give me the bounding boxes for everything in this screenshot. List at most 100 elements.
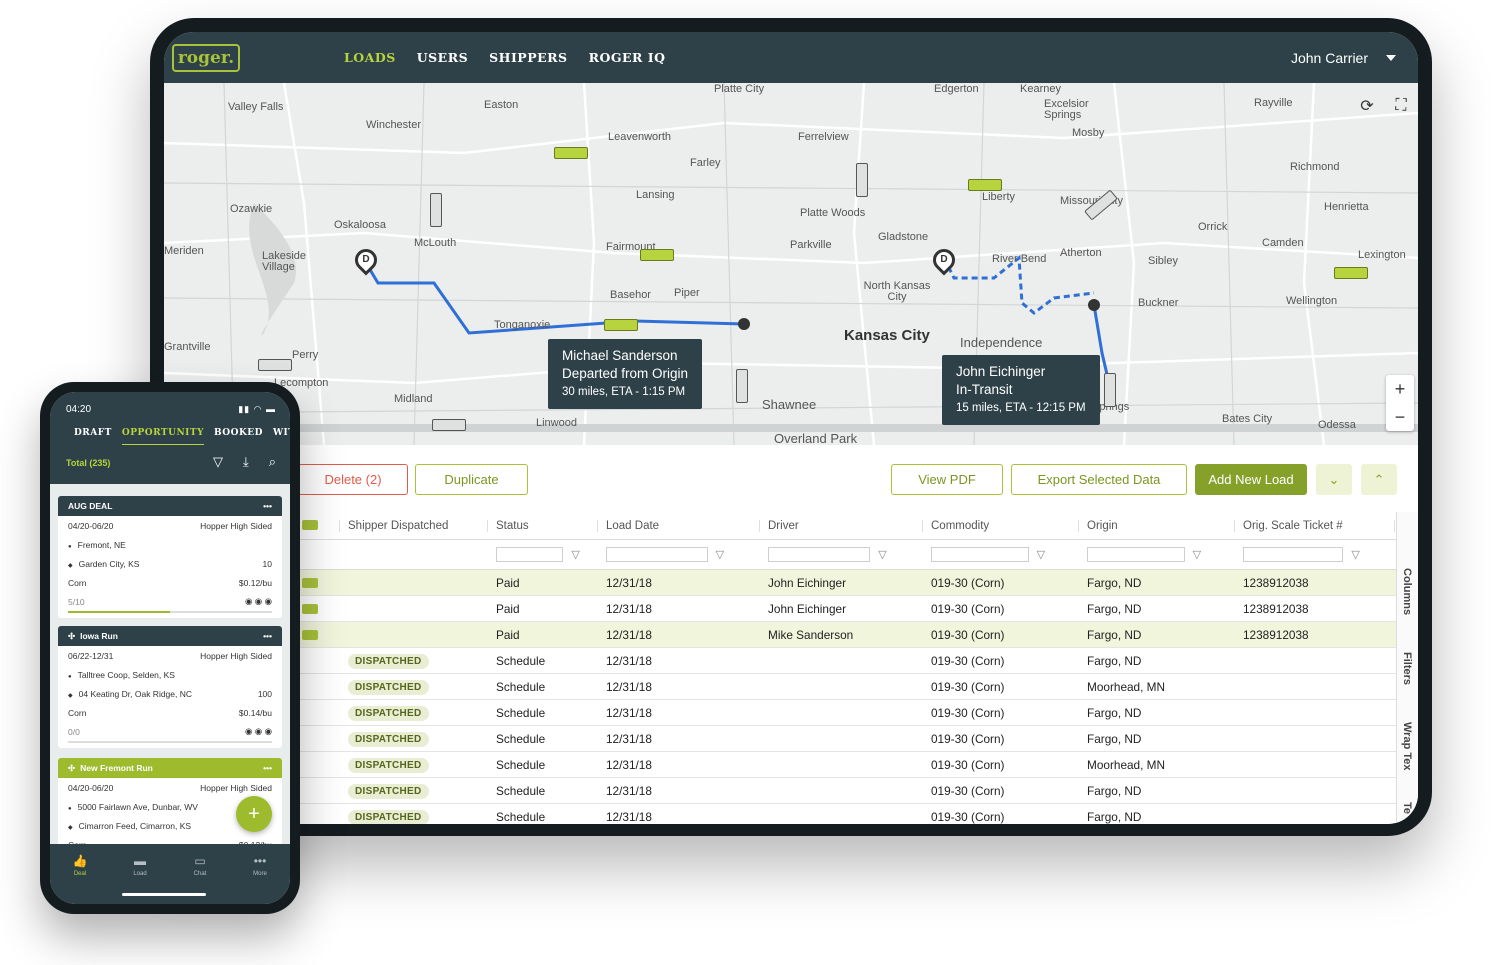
deal-card[interactable]: ✣ Iowa Run ••• 06/22-12/31 Hopper High Sided…: [58, 626, 282, 748]
column-header[interactable]: Shipper Dispatched: [340, 519, 488, 532]
origin-cell: Fargo, ND: [1087, 809, 1142, 824]
nav-chat[interactable]: ▭ Chat: [180, 854, 220, 904]
tab-booked[interactable]: BOOKED: [214, 428, 263, 445]
dispatched-badge: DISPATCHED: [348, 809, 429, 824]
roger-logo[interactable]: roger.: [172, 43, 240, 72]
table-row[interactable]: Paid 12/31/18 John Eichinger 019-30 (Corn) F…: [164, 596, 1396, 622]
truck-marker-icon[interactable]: [1104, 373, 1116, 407]
nav-label: More: [253, 871, 267, 877]
card-destination: Garden City, KS: [78, 558, 140, 569]
truck-marker-icon[interactable]: [258, 359, 292, 371]
dispatched-cell: DISPATCHED: [340, 809, 488, 824]
truck-marker-icon[interactable]: [736, 369, 748, 403]
filter-input[interactable]: [768, 546, 871, 562]
filter-input[interactable]: [606, 546, 708, 562]
download-icon[interactable]: ⤓: [243, 454, 249, 470]
table-row[interactable]: Paid 12/31/18 Mike Sanderson 019-30 (Corn) F…: [164, 622, 1396, 648]
scale-ticket-cell: 1238912038: [1243, 627, 1309, 642]
refresh-icon[interactable]: ⟳: [1356, 95, 1378, 117]
columns-tab[interactable]: Columns: [1401, 568, 1413, 615]
grid-toolbar: Delete (2) Duplicate View PDF Export Sel…: [164, 452, 1418, 502]
table-row[interactable]: DISPATCHED Schedule 12/31/18 019-30 (Corn) M…: [164, 674, 1396, 700]
chevron-up-icon[interactable]: ⌃: [1361, 464, 1397, 495]
table-row[interactable]: Paid 12/31/18 John Eichinger 019-30 (Corn) F…: [164, 570, 1396, 596]
add-deal-button[interactable]: +: [236, 796, 272, 832]
deal-card[interactable]: AUG DEAL ••• 04/20-06/20 Hopper High Sided ●…: [58, 496, 282, 618]
truck-marker-icon[interactable]: [1334, 267, 1368, 279]
truck-marker-icon[interactable]: [432, 419, 466, 431]
zoom-in-button[interactable]: +: [1386, 375, 1414, 403]
add-new-load-button[interactable]: Add New Load: [1195, 464, 1307, 495]
origin-dot-icon: ●: [68, 543, 72, 550]
zoom-out-button[interactable]: −: [1386, 403, 1414, 431]
table-row[interactable]: DISPATCHED Schedule 12/31/18 019-30 (Corn) F…: [164, 726, 1396, 752]
pin-letter: D: [362, 254, 370, 265]
origin-cell: Moorhead, MN: [1087, 679, 1166, 694]
filter-input[interactable]: [496, 546, 564, 562]
delete-button[interactable]: Delete (2): [298, 464, 408, 495]
column-header[interactable]: Load Date: [598, 519, 760, 532]
filter-icon[interactable]: ▽: [1037, 548, 1045, 561]
truck-marker-icon[interactable]: [856, 163, 868, 197]
export-selected-button[interactable]: Export Selected Data: [1011, 464, 1187, 495]
nav-load[interactable]: ▬ Load: [120, 854, 160, 904]
filter-icon[interactable]: ▽: [1351, 548, 1359, 561]
more-icon[interactable]: •••: [263, 501, 272, 511]
nav-loads[interactable]: LOADS: [344, 50, 396, 65]
load-date-cell: 12/31/18: [606, 705, 652, 720]
nav-shippers[interactable]: SHIPPERS: [489, 50, 567, 65]
fullscreen-icon[interactable]: ⛶: [1390, 95, 1412, 117]
table-row[interactable]: DISPATCHED Schedule 12/31/18 019-30 (Corn) M…: [164, 752, 1396, 778]
tab-wit[interactable]: WIT: [273, 428, 290, 445]
loads-map[interactable]: Valley Falls Easton Winchester Leavenwor…: [164, 83, 1418, 445]
tab-draft[interactable]: DRAFT: [74, 428, 112, 445]
table-row[interactable]: DISPATCHED Schedule 12/31/18 019-30 (Corn) F…: [164, 648, 1396, 674]
column-header[interactable]: Origin: [1079, 519, 1235, 532]
column-header[interactable]: Driver: [760, 519, 923, 532]
filters-tab[interactable]: Filters: [1401, 652, 1413, 685]
status-cell: Paid: [496, 575, 520, 590]
filter-input[interactable]: [1087, 546, 1185, 562]
nav-deal[interactable]: 👍 Deal: [60, 854, 100, 904]
column-header[interactable]: Commodity: [923, 519, 1079, 532]
nav-more[interactable]: ••• More: [240, 854, 280, 904]
card-title: Iowa Run: [80, 630, 118, 641]
map-label: Independence: [960, 335, 1043, 350]
search-icon[interactable]: ⌕: [269, 454, 276, 470]
table-row[interactable]: DISPATCHED Schedule 12/31/18 019-30 (Corn) F…: [164, 778, 1396, 804]
filter-icon[interactable]: ▽: [1193, 548, 1201, 561]
card-title: AUG DEAL: [68, 501, 113, 511]
table-row[interactable]: DISPATCHED Schedule 12/31/18 019-30 (Corn) F…: [164, 700, 1396, 726]
truck-marker-icon[interactable]: [604, 319, 638, 331]
filter-icon[interactable]: ▽: [878, 548, 886, 561]
more-icon[interactable]: •••: [263, 631, 272, 641]
filter-icon[interactable]: ▽: [571, 548, 579, 561]
truck-marker-icon[interactable]: [640, 249, 674, 261]
map-label: Wellington: [1286, 295, 1338, 307]
filter-input[interactable]: [1243, 546, 1344, 562]
nav-roger-iq[interactable]: ROGER IQ: [589, 50, 666, 65]
chevron-down-icon[interactable]: ⌄: [1316, 464, 1352, 495]
filter-input[interactable]: [931, 546, 1029, 562]
view-pdf-button[interactable]: View PDF: [891, 464, 1003, 495]
tab-opportunity[interactable]: OPPORTUNITY: [121, 428, 204, 445]
nav-users[interactable]: USERS: [417, 50, 468, 65]
column-header[interactable]: Orig. Scale Ticket #: [1235, 519, 1395, 532]
truck-marker-icon[interactable]: [430, 193, 442, 227]
duplicate-button[interactable]: Duplicate: [415, 464, 528, 495]
user-menu[interactable]: John Carrier: [1291, 50, 1396, 66]
wrap-text-tab[interactable]: Wrap Te: [1401, 802, 1418, 824]
table-row[interactable]: DISPATCHED Schedule 12/31/18 019-30 (Corn) F…: [164, 804, 1396, 824]
card-commodity-row: Corn $0.14/bu: [58, 703, 282, 722]
wrap-text-tab[interactable]: Wrap Tex: [1401, 722, 1413, 771]
map-label: Perry: [292, 349, 319, 361]
pin-letter: D: [940, 254, 948, 265]
truck-marker-icon[interactable]: [968, 179, 1002, 191]
column-header[interactable]: Status: [488, 519, 598, 532]
truck-marker-icon[interactable]: [554, 147, 588, 159]
filter-icon[interactable]: ▽: [716, 548, 724, 561]
scale-ticket-cell: 1238912038: [1243, 601, 1309, 616]
more-icon[interactable]: •••: [263, 763, 272, 773]
dispatched-badge: DISPATCHED: [348, 705, 429, 721]
filter-icon[interactable]: ▽: [213, 454, 223, 470]
